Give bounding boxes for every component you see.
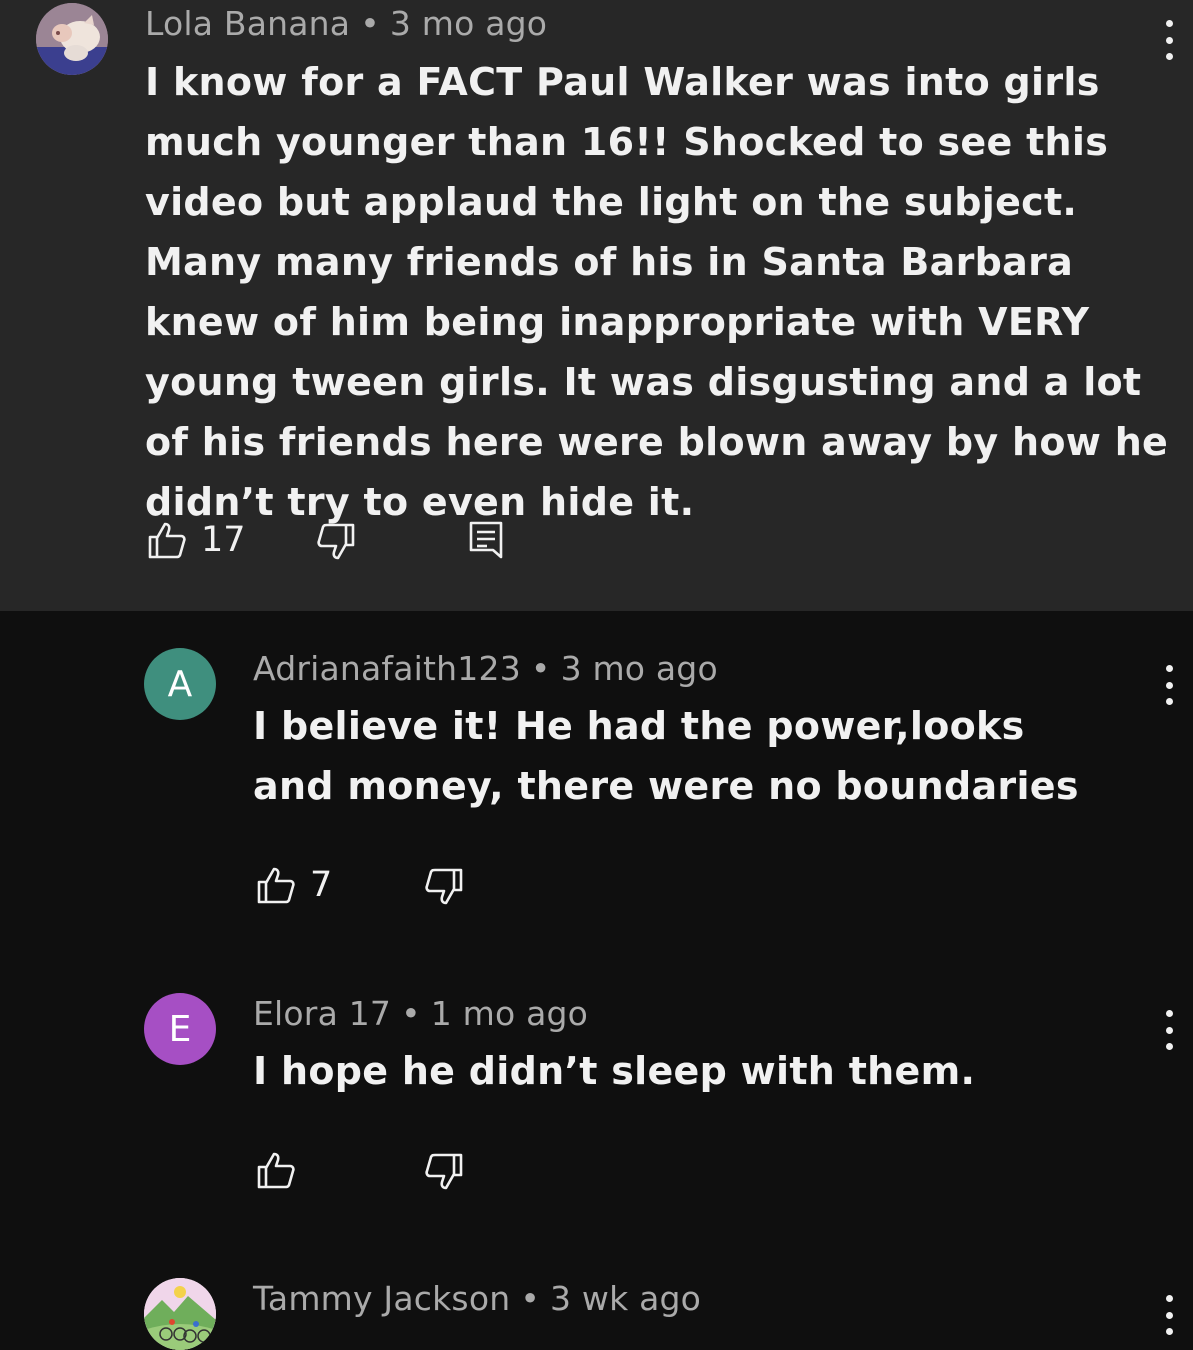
more-options-icon[interactable] <box>1164 1295 1174 1335</box>
comment-time: 3 mo ago <box>389 4 548 43</box>
cyclists-illustration-avatar-icon <box>144 1278 216 1350</box>
comment-text: I know for a FACT Paul Walker was into g… <box>145 60 1169 524</box>
avatar-letter: E <box>168 1008 192 1050</box>
thumbs-down-icon <box>317 523 355 560</box>
dislike-button[interactable] <box>424 867 464 907</box>
more-options-icon[interactable] <box>1164 665 1174 705</box>
thumbs-up-icon <box>148 522 186 559</box>
thumbs-up-icon <box>257 1152 295 1189</box>
comment-author[interactable]: Elora 17 <box>253 994 391 1033</box>
comment-text: I believe it! He had the power,looks and… <box>253 704 1079 808</box>
separator-dot: • <box>401 994 421 1033</box>
avatar[interactable]: E <box>144 993 216 1065</box>
separator-dot: • <box>360 4 380 43</box>
comment-meta: Tammy Jackson • 3 wk ago <box>253 1279 701 1318</box>
like-count: 7 <box>310 865 333 905</box>
comment-time: 1 mo ago <box>430 994 589 1033</box>
comment-text: I hope he didn’t sleep with them. <box>253 1049 976 1093</box>
comment-time: 3 wk ago <box>550 1279 702 1318</box>
like-button[interactable]: 7 <box>256 865 332 905</box>
avatar[interactable] <box>144 1278 216 1350</box>
thumbs-down-icon <box>425 1153 463 1190</box>
comment-meta: Lola Banana • 3 mo ago <box>145 4 547 43</box>
comment-time: 3 mo ago <box>560 649 718 688</box>
avatar-letter: A <box>167 663 193 705</box>
pig-photo-avatar-icon <box>36 3 108 75</box>
comment-meta: Elora 17 • 1 mo ago <box>253 994 588 1033</box>
dislike-button[interactable] <box>424 1152 464 1192</box>
comment-author[interactable]: Adrianafaith123 <box>253 649 521 688</box>
thumbs-down-icon <box>425 868 463 905</box>
comment-author[interactable]: Lola Banana <box>145 4 350 43</box>
separator-dot: • <box>530 649 551 688</box>
reply-button[interactable] <box>468 520 504 560</box>
thumbs-up-icon <box>257 867 295 904</box>
like-button[interactable]: 17 <box>147 520 246 560</box>
dislike-button[interactable] <box>316 522 356 562</box>
more-options-icon[interactable] <box>1164 1010 1174 1050</box>
avatar[interactable]: A <box>144 648 216 720</box>
reply-comment-icon <box>469 521 503 559</box>
like-count: 17 <box>201 520 246 560</box>
separator-dot: • <box>520 1279 541 1318</box>
comment-meta: Adrianafaith123 • 3 mo ago <box>253 649 718 688</box>
like-button[interactable] <box>256 1150 296 1190</box>
avatar[interactable] <box>36 3 108 75</box>
comment-author[interactable]: Tammy Jackson <box>253 1279 510 1318</box>
